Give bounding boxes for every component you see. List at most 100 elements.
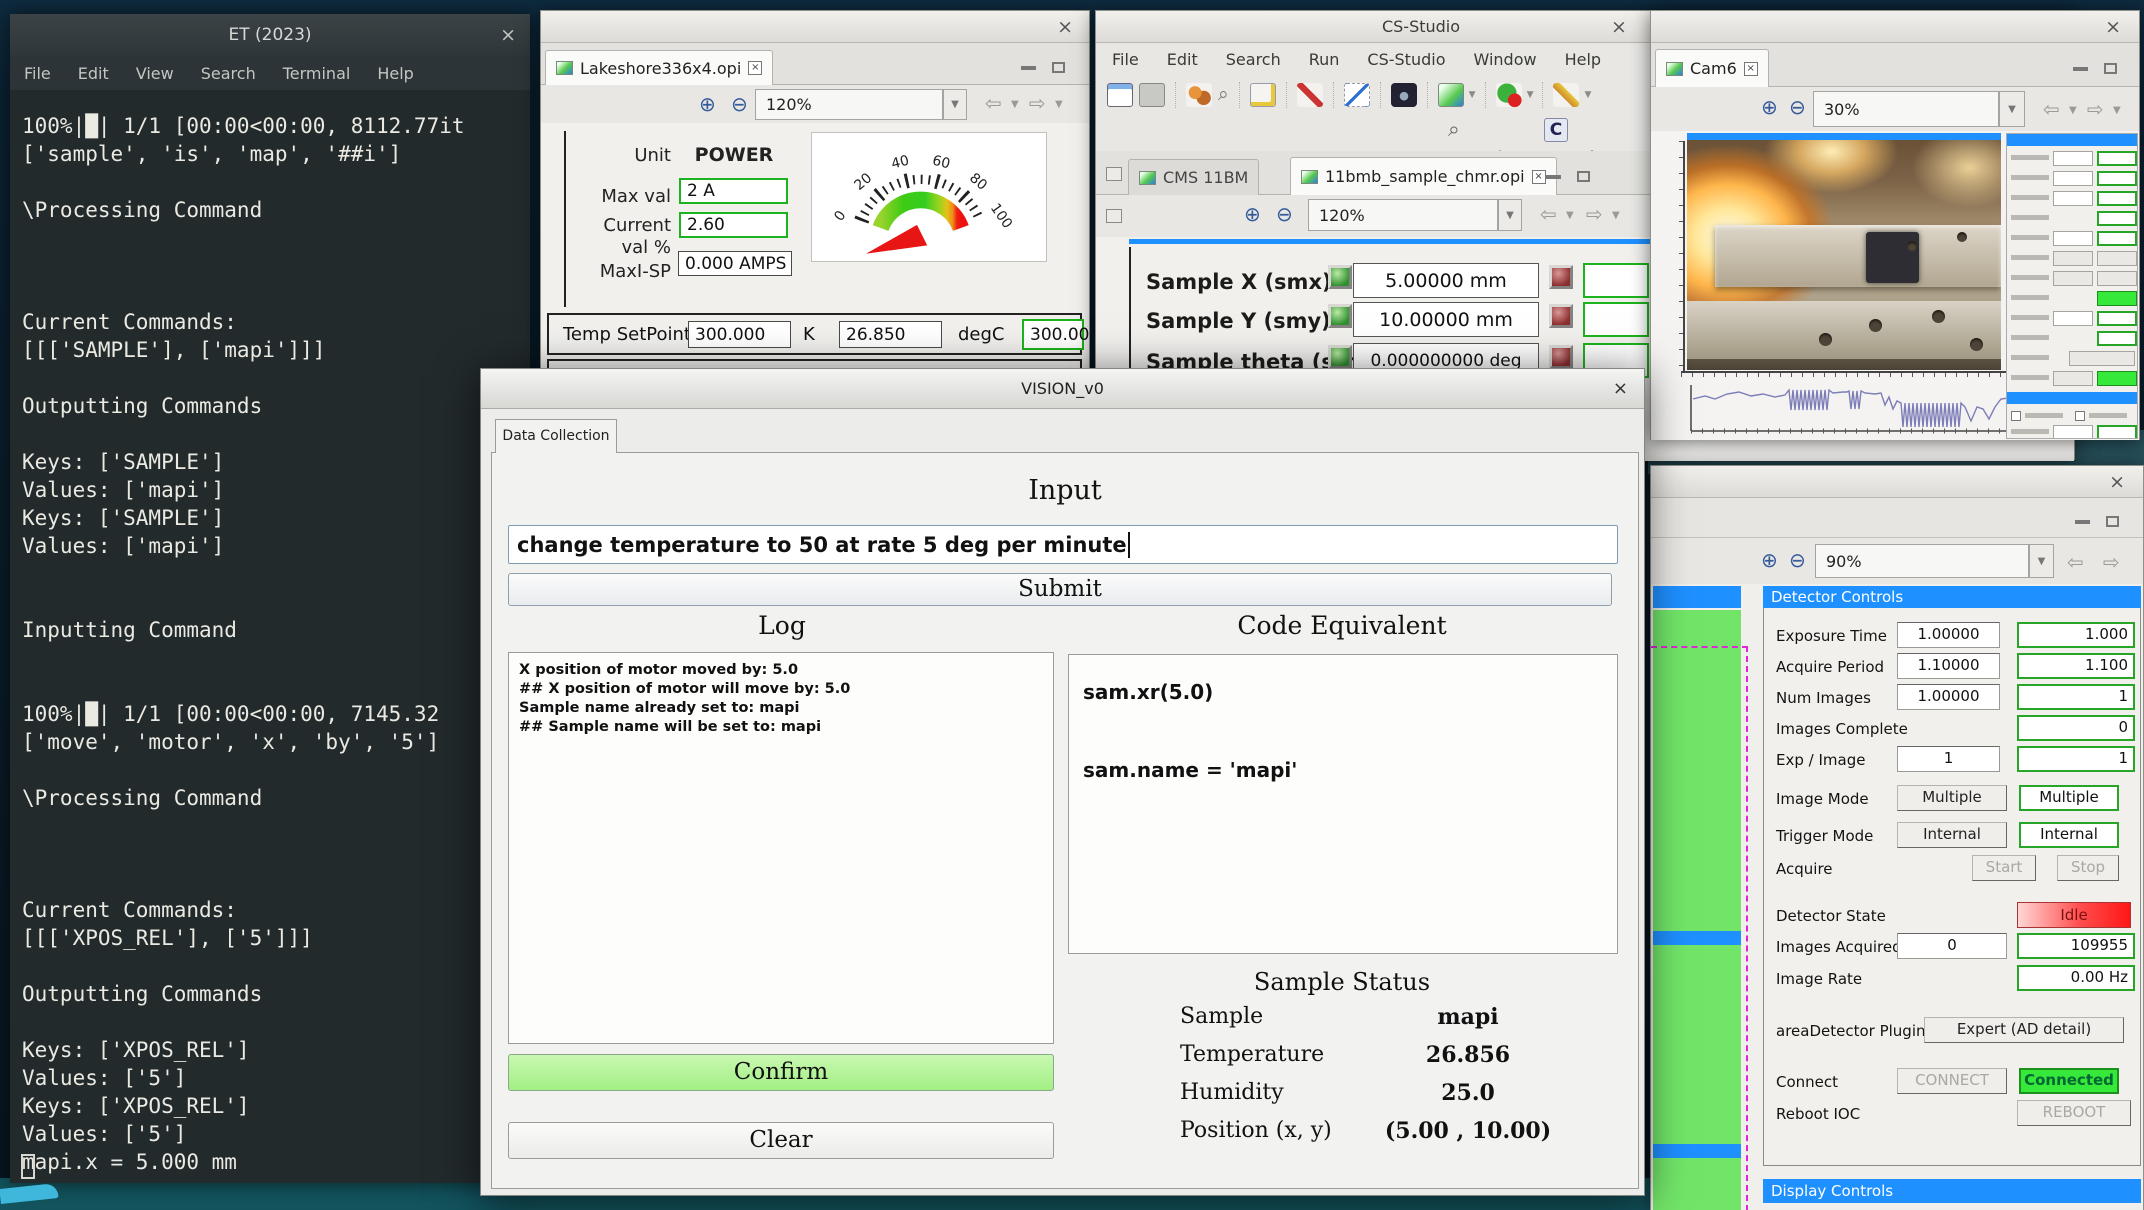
sample-y-led[interactable] <box>1328 304 1352 328</box>
cam6-titlebar[interactable]: × <box>1651 11 2139 43</box>
zoom-level-select[interactable]: 90% <box>1815 544 2029 578</box>
sample-theta-led[interactable] <box>1328 345 1352 369</box>
temp-sp-field[interactable]: 300.00 <box>1022 319 1084 350</box>
zoom-level-select[interactable]: 120% <box>1308 199 1498 231</box>
zoom-caret-icon[interactable]: ▼ <box>943 89 967 120</box>
chart-icon[interactable] <box>1438 83 1464 107</box>
tab-close-icon[interactable]: × <box>748 61 762 75</box>
exposure-time-input[interactable]: 1.00000 <box>1897 622 2000 648</box>
stop-button[interactable]: Stop <box>2057 855 2119 881</box>
zoom-out-icon[interactable]: ⊖ <box>731 92 748 116</box>
back-caret-icon[interactable]: ▼ <box>1011 99 1019 110</box>
temp-c-field[interactable]: 26.850 <box>839 321 942 348</box>
current-val-field[interactable]: 2.60 <box>679 212 788 238</box>
terminal-menu-item[interactable]: Edit <box>78 64 109 83</box>
images-acquired-input[interactable]: 0 <box>1897 933 2007 959</box>
camera-image[interactable] <box>1687 140 2001 370</box>
sample-x-field[interactable]: 5.00000 mm <box>1353 263 1539 298</box>
back-icon[interactable]: ⇦ <box>1540 202 1557 226</box>
forward-caret-icon[interactable]: ▼ <box>2113 105 2121 116</box>
close-icon[interactable]: × <box>1611 11 1627 43</box>
forward-icon[interactable]: ⇨ <box>2087 97 2104 121</box>
mini-field[interactable] <box>2053 151 2093 166</box>
zoom-level-select[interactable]: 120% <box>755 89 943 120</box>
trigger-mode-select[interactable]: Internal <box>1897 822 2007 848</box>
zoom-caret-icon[interactable]: ▼ <box>2029 544 2054 578</box>
max-val-field[interactable]: 2 A <box>679 178 788 204</box>
expert-ad-detail-button[interactable]: Expert (AD detail) <box>1924 1017 2124 1043</box>
start-button[interactable]: Start <box>1972 855 2036 881</box>
zoom-in-icon[interactable]: ⊕ <box>1244 202 1261 226</box>
pane-icon[interactable] <box>1106 209 1122 223</box>
mini-field[interactable] <box>2053 171 2093 186</box>
terminal-menu-item[interactable]: File <box>24 64 51 83</box>
zoom-out-icon[interactable]: ⊖ <box>1789 548 1806 572</box>
camera-icon[interactable] <box>1391 83 1417 107</box>
cs-studio-menu-item[interactable]: Edit <box>1167 50 1198 69</box>
mini-button[interactable] <box>2053 271 2093 286</box>
fast-view-icon[interactable] <box>1106 167 1122 181</box>
mini-button[interactable] <box>2069 351 2135 366</box>
mini-button[interactable] <box>2097 271 2137 286</box>
tab-lakeshore-opi[interactable]: Lakeshore336x4.opi × <box>545 50 773 85</box>
temp-k-field[interactable]: 300.000 <box>688 321 791 348</box>
close-icon[interactable]: × <box>500 14 516 56</box>
tab-cms-11bm[interactable]: CMS 11BM <box>1128 159 1259 195</box>
maximize-icon[interactable] <box>1052 62 1065 73</box>
vision-titlebar[interactable]: VISION_v0 × <box>481 369 1644 409</box>
sample-y-alarm-led[interactable] <box>1549 304 1573 328</box>
run-icon[interactable] <box>1496 83 1522 107</box>
lakeshore-minmax[interactable] <box>1021 62 1065 73</box>
maxi-sp-field[interactable]: 0.000 AMPS <box>678 251 792 276</box>
cs-studio-menu-item[interactable]: File <box>1112 50 1139 69</box>
clear-button[interactable]: Clear <box>508 1122 1054 1159</box>
exp-per-image-input[interactable]: 1 <box>1897 746 2000 772</box>
forward-caret-icon[interactable]: ▼ <box>1612 210 1620 221</box>
close-icon[interactable]: × <box>2109 466 2125 498</box>
sample-x-led[interactable] <box>1328 265 1352 289</box>
zoom-out-icon[interactable]: ⊖ <box>1789 95 1806 119</box>
mini-button[interactable] <box>2053 251 2093 266</box>
terminal-output[interactable]: 100%|█| 1/1 [00:00<00:00, 8112.77it['sam… <box>22 112 465 1176</box>
log-box[interactable]: X position of motor moved by: 5.0## X po… <box>508 652 1054 1044</box>
back-caret-icon[interactable]: ▼ <box>2069 105 2077 116</box>
close-icon[interactable]: × <box>1057 11 1073 43</box>
maximize-icon[interactable] <box>2104 63 2117 74</box>
reboot-button[interactable]: REBOOT <box>2017 1100 2131 1126</box>
minimize-icon[interactable] <box>2073 67 2088 71</box>
launch-icon[interactable] <box>1553 83 1579 107</box>
zoom-in-icon[interactable]: ⊕ <box>1761 95 1778 119</box>
caret-icon[interactable]: ▼ <box>1469 90 1476 100</box>
minimize-icon[interactable] <box>1021 66 1036 70</box>
terminal-menu-item[interactable]: Help <box>377 64 413 83</box>
acquire-period-input[interactable]: 1.10000 <box>1897 653 2000 679</box>
users-icon[interactable] <box>1186 83 1212 107</box>
mini-checkbox[interactable] <box>2011 411 2021 421</box>
cs-studio-menu-item[interactable]: Run <box>1309 50 1340 69</box>
tab-close-icon[interactable]: × <box>1744 62 1758 76</box>
zoom-in-icon[interactable]: ⊕ <box>699 92 716 116</box>
code-equivalent-box[interactable]: sam.xr(5.0)sam.name = 'mapi' <box>1068 654 1618 954</box>
sample-theta-alarm-led[interactable] <box>1549 345 1573 369</box>
search-icon[interactable]: ⌕ <box>1448 117 1460 142</box>
zoom-out-icon[interactable]: ⊖ <box>1276 202 1293 226</box>
detector-minmax[interactable] <box>2075 516 2119 527</box>
minimize-icon[interactable] <box>1546 175 1561 179</box>
zoom-caret-icon[interactable]: ▼ <box>1498 199 1522 231</box>
edit-pen-icon[interactable] <box>1297 83 1323 107</box>
caret-icon[interactable]: ▼ <box>1584 90 1591 100</box>
forward-icon[interactable]: ⇨ <box>2103 550 2120 574</box>
search-person-icon[interactable]: ⌕ <box>1218 83 1229 107</box>
num-images-input[interactable]: 1.00000 <box>1897 684 2000 710</box>
mini-button[interactable] <box>2053 371 2093 386</box>
caret-icon[interactable]: ▼ <box>1527 90 1534 100</box>
zoom-level-select[interactable]: 30% <box>1813 91 1999 127</box>
cs-studio-menu-item[interactable]: CS-Studio <box>1367 50 1445 69</box>
submit-button[interactable]: Submit <box>508 573 1612 606</box>
sample-y-field[interactable]: 10.00000 mm <box>1353 302 1539 337</box>
mini-field[interactable] <box>2053 425 2093 439</box>
back-icon[interactable]: ⇦ <box>2067 550 2084 574</box>
connect-button[interactable]: CONNECT <box>1897 1068 2007 1094</box>
save-icon[interactable] <box>1139 83 1165 107</box>
new-wizard-icon[interactable] <box>1250 83 1276 107</box>
